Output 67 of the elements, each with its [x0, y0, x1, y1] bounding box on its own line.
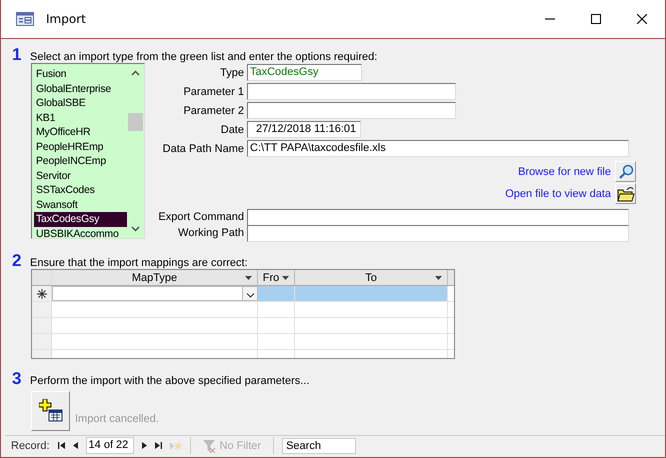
list-item[interactable]: SSTaxCodes: [34, 183, 127, 198]
list-item[interactable]: PeopleINCEmp: [34, 154, 127, 168]
step-instruction: Ensure that the import mappings are correct:: [30, 257, 248, 269]
dropdown-arrow-icon[interactable]: [282, 276, 289, 280]
list-item[interactable]: TaxCodesGsy: [34, 212, 127, 226]
field-label: Type: [219, 66, 245, 78]
row-selector[interactable]: [32, 286, 52, 301]
text-field[interactable]: [247, 208, 629, 226]
step-instruction: Perform the import with the above specified parameters...: [30, 375, 310, 387]
first-record-icon[interactable]: [58, 442, 65, 449]
list-item[interactable]: Servitor: [34, 168, 127, 183]
record-position-field[interactable]: 14 of 22: [86, 437, 134, 454]
field-label: Date: [220, 124, 245, 136]
window-title: Import: [46, 12, 86, 26]
column-header[interactable]: Fro: [258, 270, 295, 285]
maximize-icon[interactable]: [591, 14, 601, 24]
link[interactable]: Open file to view data: [505, 188, 611, 200]
dropdown-arrow-icon[interactable]: [435, 276, 442, 280]
field-label: Working Path: [177, 227, 245, 239]
list-item[interactable]: GlobalSBE: [34, 96, 127, 110]
table-cell[interactable]: [258, 286, 295, 301]
form-icon: [16, 12, 34, 26]
step-instruction: Select an import type from the green list and enter the options required:: [30, 51, 378, 63]
close-icon[interactable]: [637, 14, 647, 24]
status-message: Import cancelled.: [75, 413, 159, 427]
step-number: 2: [12, 251, 22, 271]
filter-icon: [202, 438, 217, 452]
scroll-up-icon[interactable]: [131, 70, 140, 76]
chevron-down-icon[interactable]: [246, 293, 254, 298]
import-button[interactable]: [31, 391, 70, 431]
list-item[interactable]: PeopleHREmp: [34, 140, 127, 154]
link[interactable]: Browse for new file: [518, 166, 611, 178]
list-item[interactable]: Fusion: [34, 67, 127, 82]
search-field[interactable]: Search: [282, 438, 356, 454]
text-field[interactable]: 27/12/2018 11:16:01: [247, 121, 361, 138]
scroll-down-icon[interactable]: [131, 226, 140, 232]
search-button[interactable]: [615, 161, 636, 182]
text-field[interactable]: C:\TT PAPA\taxcodesfile.xls: [247, 140, 629, 157]
field-label: Export Command: [157, 211, 245, 223]
step-number: 3: [12, 369, 22, 389]
add-table-icon: [38, 399, 62, 423]
column-header[interactable]: MapType: [52, 270, 258, 285]
list-item[interactable]: GlobalEnterprise: [34, 82, 127, 96]
folder-button[interactable]: [615, 183, 636, 204]
text-field[interactable]: [247, 83, 456, 100]
text-field[interactable]: [247, 224, 629, 242]
list-item[interactable]: MyOfficeHR: [34, 125, 127, 140]
scrollbar-thumb[interactable]: [128, 113, 143, 131]
dropdown-arrow-icon[interactable]: [245, 276, 252, 280]
next-record-icon[interactable]: [142, 442, 147, 449]
record-label: Record:: [10, 440, 50, 452]
text-field[interactable]: TaxCodesGsy: [247, 64, 362, 81]
previous-record-icon[interactable]: [72, 442, 78, 449]
column-header[interactable]: To: [295, 270, 448, 285]
list-item[interactable]: Swansoft: [34, 198, 127, 212]
field-label: Parameter 1: [182, 86, 245, 98]
list-item[interactable]: KB1: [34, 110, 127, 125]
field-label: Data Path Name: [162, 142, 245, 154]
table-cell[interactable]: [295, 286, 448, 301]
dropdown-field[interactable]: [52, 286, 258, 301]
field-label: Parameter 2: [182, 104, 245, 116]
list-item[interactable]: UBSBIKAccommo: [34, 226, 127, 238]
last-record-icon[interactable]: [154, 442, 162, 449]
step-number: 1: [12, 45, 22, 65]
new-record-icon: [36, 288, 46, 298]
new-record-icon[interactable]: [170, 442, 182, 450]
text-field[interactable]: [247, 102, 456, 119]
